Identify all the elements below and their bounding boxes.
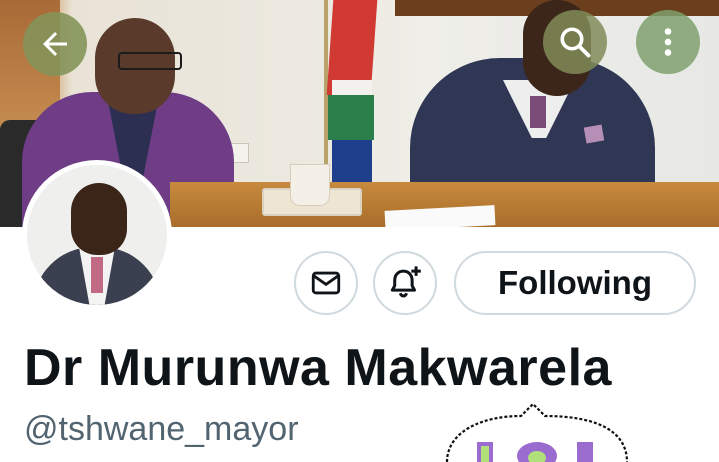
search-icon [560,27,591,58]
more-vertical-icon [664,28,672,56]
banner-person-left-glasses [118,52,182,70]
search-button[interactable] [543,10,607,74]
bell-plus-icon [390,266,421,298]
banner-pocket-square [583,124,605,144]
message-button[interactable] [294,251,358,315]
notifications-button[interactable] [373,251,437,315]
envelope-icon [311,271,341,295]
profile-name: Dr Murunwa Makwarela [24,339,612,397]
banner-person-right-tie [530,96,546,128]
back-arrow-icon [43,32,67,56]
avatar[interactable] [22,160,172,310]
back-button[interactable] [23,12,87,76]
more-options-button[interactable] [636,10,700,74]
lol-sticker [445,402,629,462]
banner-cup [290,164,330,206]
following-button-label: Following [498,264,652,301]
avatar-photo [27,165,167,305]
profile-handle: @tshwane_mayor [24,410,299,448]
banner-flag [322,0,380,192]
following-button[interactable]: Following [454,251,696,315]
